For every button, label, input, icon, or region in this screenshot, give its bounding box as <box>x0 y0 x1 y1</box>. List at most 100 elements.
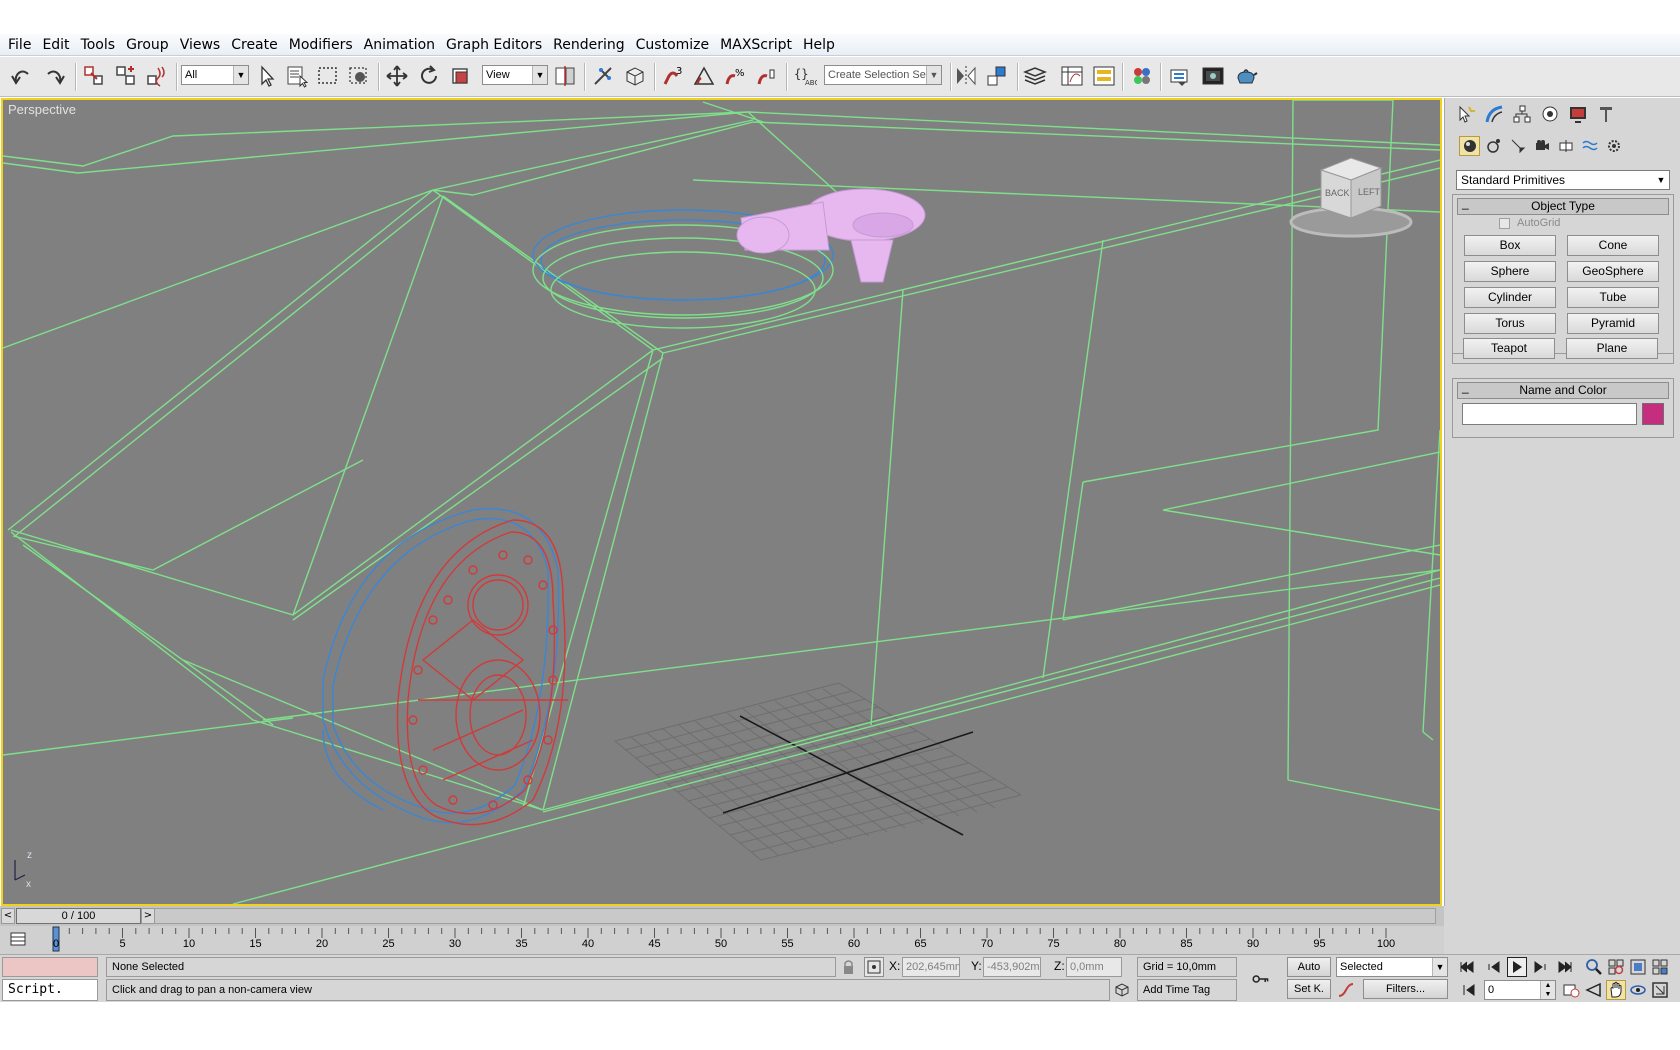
zoom-extents-all-icon[interactable] <box>1650 957 1670 977</box>
reference-coordinate-dropdown[interactable]: View ▼ <box>482 65 548 85</box>
select-and-link-icon[interactable] <box>81 63 107 89</box>
systems-icon[interactable] <box>1603 136 1624 156</box>
time-slider-thumb[interactable]: 0 / 100 <box>16 908 141 924</box>
unlink-icon[interactable] <box>113 63 139 89</box>
menu-tools[interactable]: Tools <box>76 34 122 56</box>
hierarchy-tab-icon[interactable] <box>1510 102 1534 126</box>
modify-tab-icon[interactable] <box>1482 102 1506 126</box>
object-name-field[interactable] <box>1462 403 1637 425</box>
collapse-toggle[interactable]: _ <box>1462 196 1469 211</box>
render-setup-icon[interactable] <box>1167 63 1193 89</box>
percent-snap-icon[interactable]: % <box>722 63 748 89</box>
add-time-tag[interactable]: Add Time Tag <box>1137 979 1237 1001</box>
field-of-view-icon[interactable] <box>1584 980 1604 1000</box>
menu-group[interactable]: Group <box>121 34 175 56</box>
orbit-icon[interactable] <box>1628 980 1648 1000</box>
edit-named-selection-icon[interactable]: {} ABC <box>792 63 818 89</box>
key-mode-toggle-icon[interactable] <box>1459 980 1479 1000</box>
autogrid-checkbox[interactable]: AutoGrid <box>1499 217 1560 229</box>
maxscript-listener-output[interactable] <box>2 957 98 977</box>
object-type-header[interactable]: _ Object Type <box>1457 196 1669 215</box>
sphere-button[interactable]: Sphere <box>1464 261 1556 282</box>
utilities-tab-icon[interactable] <box>1594 102 1618 126</box>
plane-button[interactable]: Plane <box>1566 338 1658 359</box>
selection-filter-dropdown[interactable]: All ▼ <box>181 65 249 85</box>
redo-icon[interactable] <box>41 63 67 89</box>
object-color-swatch[interactable] <box>1642 403 1664 425</box>
key-filters-button[interactable]: Filters... <box>1363 979 1448 999</box>
menu-maxscript[interactable]: MAXScript <box>715 34 798 56</box>
x-coordinate-field[interactable]: 202,645mm <box>902 957 960 977</box>
shapes-icon[interactable] <box>1483 136 1504 156</box>
set-key-icon[interactable] <box>1246 967 1276 991</box>
space-warps-icon[interactable] <box>1579 136 1600 156</box>
time-tag-icon[interactable] <box>1112 980 1132 1000</box>
select-and-scale-icon[interactable] <box>447 63 473 89</box>
viewcube[interactable]: BACK LEFT <box>1289 157 1413 238</box>
torus-button[interactable]: Torus <box>1464 313 1556 334</box>
time-slider-next-arrow[interactable]: > <box>141 908 155 924</box>
zoom-extents-icon[interactable] <box>1628 957 1648 977</box>
lights-icon[interactable] <box>1507 136 1528 156</box>
cone-button[interactable]: Cone <box>1567 235 1659 256</box>
current-frame-spinner[interactable]: 0 ▲ ▼ <box>1484 980 1556 1000</box>
named-selection-sets-input[interactable]: Create Selection Se ▼ <box>824 65 942 85</box>
bind-space-warp-icon[interactable] <box>145 63 171 89</box>
angle-snap-icon[interactable] <box>691 63 717 89</box>
menu-file[interactable]: File <box>3 34 37 56</box>
material-editor-icon[interactable] <box>1129 63 1155 89</box>
pyramid-button[interactable]: Pyramid <box>1567 313 1659 334</box>
select-and-manipulate-icon[interactable] <box>590 63 616 89</box>
menu-rendering[interactable]: Rendering <box>548 34 631 56</box>
select-and-rotate-icon[interactable] <box>416 63 442 89</box>
menu-help[interactable]: Help <box>798 34 841 56</box>
perspective-viewport[interactable]: z x BACK LEFT Perspective <box>1 98 1442 906</box>
align-icon[interactable] <box>984 63 1010 89</box>
menu-customize[interactable]: Customize <box>631 34 716 56</box>
snaps-toggle-icon[interactable]: 3 <box>660 63 686 89</box>
schematic-view-icon[interactable] <box>1091 63 1117 89</box>
maxscript-listener-input[interactable]: Script. <box>2 979 98 1001</box>
menu-edit[interactable]: Edit <box>37 34 75 56</box>
mini-curve-editor-icon[interactable] <box>9 930 29 950</box>
cameras-icon[interactable] <box>1531 136 1552 156</box>
spinner-snap-icon[interactable] <box>754 63 780 89</box>
box-button[interactable]: Box <box>1464 235 1556 256</box>
go-to-end-icon[interactable] <box>1555 957 1575 977</box>
cylinder-button[interactable]: Cylinder <box>1464 287 1556 308</box>
select-by-name-icon[interactable] <box>284 63 310 89</box>
absolute-relative-toggle-icon[interactable] <box>864 957 884 977</box>
set-key-button[interactable]: Set K. <box>1287 979 1331 999</box>
undo-icon[interactable] <box>9 63 35 89</box>
window-crossing-icon[interactable] <box>346 63 372 89</box>
motion-tab-icon[interactable] <box>1538 102 1562 126</box>
keyboard-shortcut-override-icon[interactable] <box>622 63 648 89</box>
time-slider-prev-arrow[interactable]: < <box>1 908 15 924</box>
rect-selection-region-icon[interactable] <box>315 63 341 89</box>
default-in-out-tangent-icon[interactable] <box>1336 980 1356 1000</box>
teapot-button[interactable]: Teapot <box>1463 338 1555 359</box>
create-tab-icon[interactable] <box>1454 102 1478 126</box>
use-pivot-center-icon[interactable] <box>552 63 578 89</box>
layer-manager-icon[interactable] <box>1022 63 1048 89</box>
viewport-label[interactable]: Perspective <box>8 102 76 117</box>
play-icon[interactable] <box>1507 957 1527 977</box>
key-filter-dropdown[interactable]: Selected ▼ <box>1336 957 1448 977</box>
time-configuration-icon[interactable] <box>1561 980 1581 1000</box>
pan-view-icon[interactable] <box>1606 980 1626 1000</box>
primitive-category-dropdown[interactable]: Standard Primitives ▼ <box>1456 170 1670 190</box>
zoom-all-icon[interactable] <box>1606 957 1626 977</box>
track-bar[interactable]: 0 5 10 15 20 25 30 35 40 45 50 55 60 65 70 75 80 85 90 95 10… <box>0 926 1444 954</box>
menu-create[interactable]: Create <box>226 34 284 56</box>
rendered-frame-window-icon[interactable] <box>1200 63 1226 89</box>
render-production-icon[interactable] <box>1233 63 1259 89</box>
curve-editor-icon[interactable] <box>1059 63 1085 89</box>
time-slider-track[interactable] <box>16 908 1436 924</box>
selection-lock-icon[interactable] <box>838 957 858 977</box>
mirror-icon[interactable] <box>953 63 979 89</box>
menu-graph-editors[interactable]: Graph Editors <box>441 34 548 56</box>
menu-modifiers[interactable]: Modifiers <box>284 34 359 56</box>
select-object-icon[interactable] <box>254 63 280 89</box>
maximize-viewport-icon[interactable] <box>1650 980 1670 1000</box>
y-coordinate-field[interactable]: -453,902mm <box>983 957 1041 977</box>
